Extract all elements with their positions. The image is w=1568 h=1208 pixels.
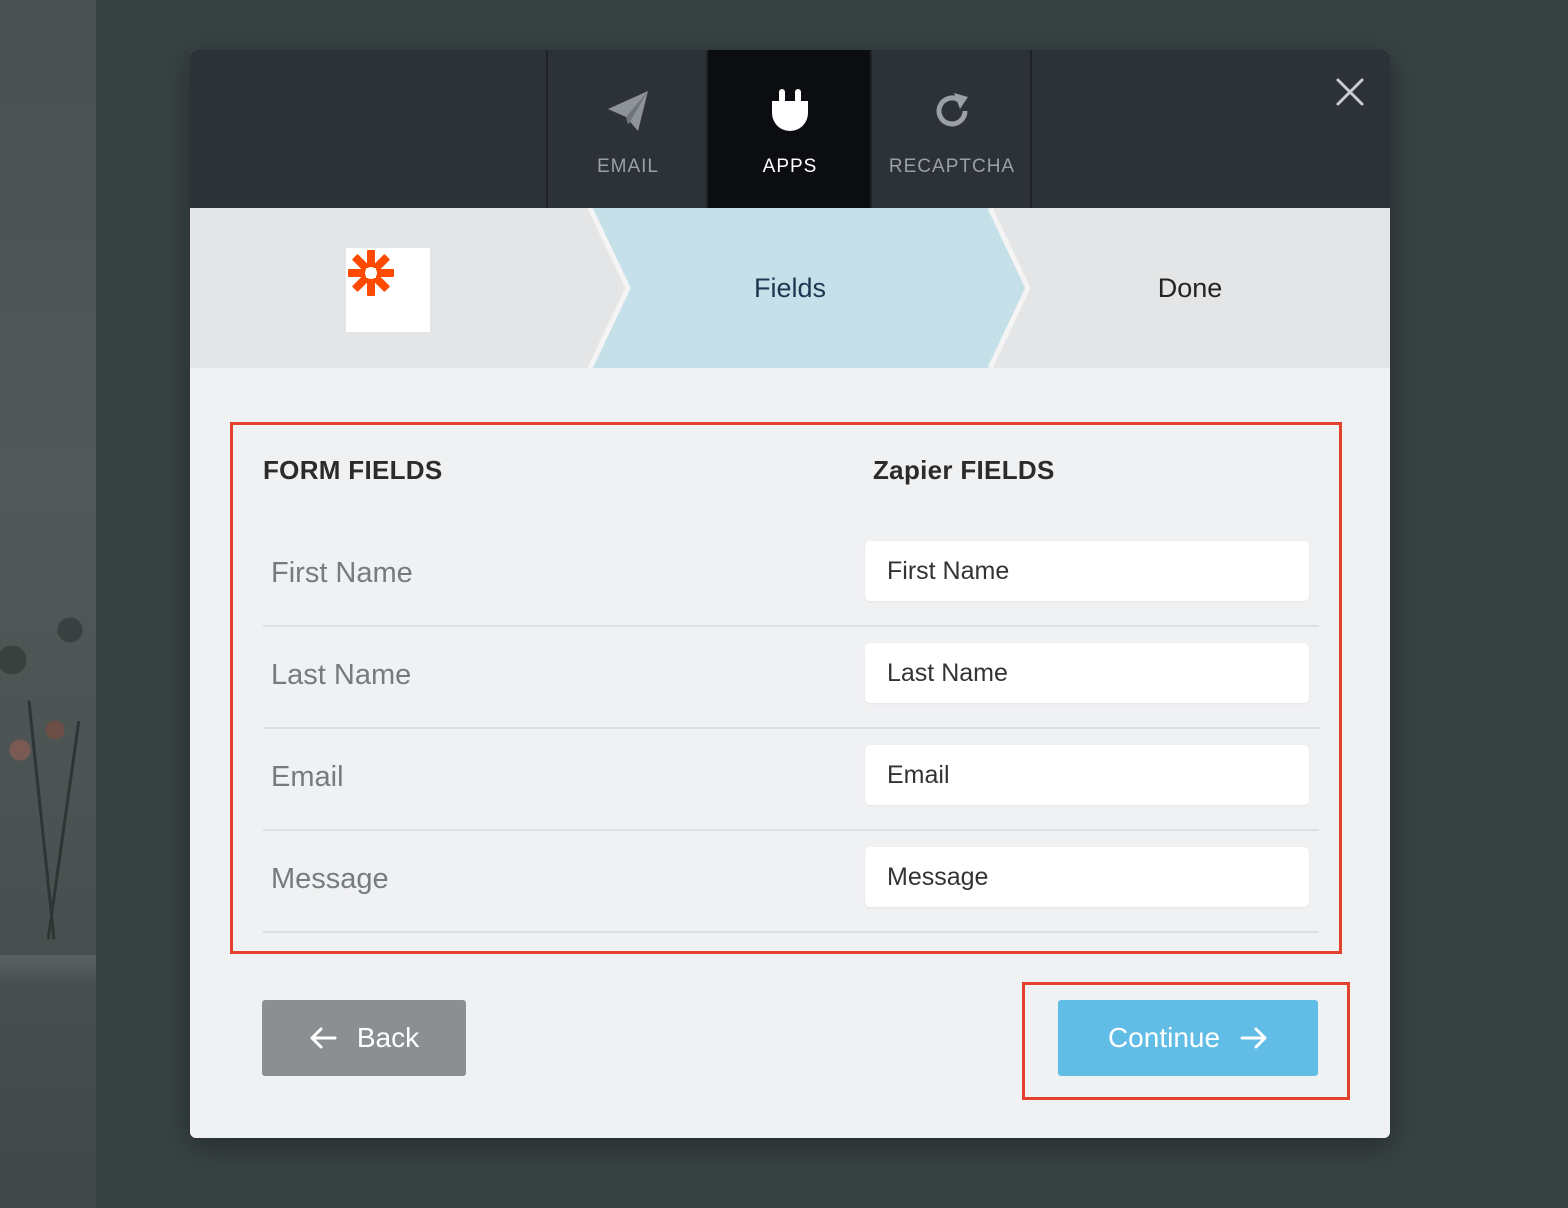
- back-button[interactable]: Back: [262, 1000, 466, 1076]
- continue-button-label: Continue: [1107, 1022, 1221, 1053]
- mapping-row: Message: [263, 829, 1319, 933]
- back-button-label: Back: [356, 1022, 420, 1053]
- tab-recaptcha-label: RECAPTCHA: [888, 156, 1016, 177]
- arrow-right-icon: [1240, 1026, 1268, 1050]
- tab-email[interactable]: EMAIL: [546, 50, 708, 208]
- mapping-row: First Name: [263, 523, 1319, 627]
- integration-modal: EMAIL APPS RECAPTCHA Fields Done FORM FI…: [190, 50, 1390, 1138]
- form-fields-header: FORM FIELDS: [263, 455, 443, 485]
- wizard-stepper: Fields Done: [190, 208, 1390, 368]
- refresh-icon: [932, 88, 972, 134]
- modal-tab-bar: EMAIL APPS RECAPTCHA: [190, 50, 1390, 208]
- form-field-label: Message: [271, 862, 389, 895]
- mapping-row: Email: [263, 727, 1319, 831]
- step-done: Done: [1157, 272, 1223, 303]
- zapier-field-input[interactable]: [865, 643, 1309, 703]
- background-shelf: [0, 955, 96, 989]
- paper-plane-icon: [606, 88, 650, 134]
- zapier-logo-icon: [346, 248, 430, 332]
- zapier-field-input[interactable]: [865, 745, 1309, 805]
- step-fields: Fields: [753, 272, 827, 303]
- tab-apps[interactable]: APPS: [706, 50, 872, 208]
- close-icon[interactable]: [1330, 72, 1370, 112]
- plug-icon: [770, 88, 810, 134]
- form-field-label: Last Name: [271, 658, 412, 691]
- tab-apps-label: APPS: [762, 156, 818, 177]
- continue-button[interactable]: Continue: [1058, 1000, 1318, 1076]
- field-mapping-panel: FORM FIELDS Zapier FIELDS First Name Las…: [230, 422, 1342, 954]
- tab-divider: [1030, 50, 1032, 208]
- zapier-field-input[interactable]: [865, 847, 1309, 907]
- mapping-row: Last Name: [263, 625, 1319, 729]
- zapier-fields-header: Zapier FIELDS: [873, 455, 1055, 485]
- tab-email-label: EMAIL: [596, 156, 660, 177]
- form-field-label: Email: [271, 760, 344, 793]
- zapier-field-input[interactable]: [865, 541, 1309, 601]
- form-field-label: First Name: [271, 556, 413, 589]
- tab-recaptcha[interactable]: RECAPTCHA: [870, 50, 1032, 208]
- arrow-left-icon: [309, 1026, 337, 1050]
